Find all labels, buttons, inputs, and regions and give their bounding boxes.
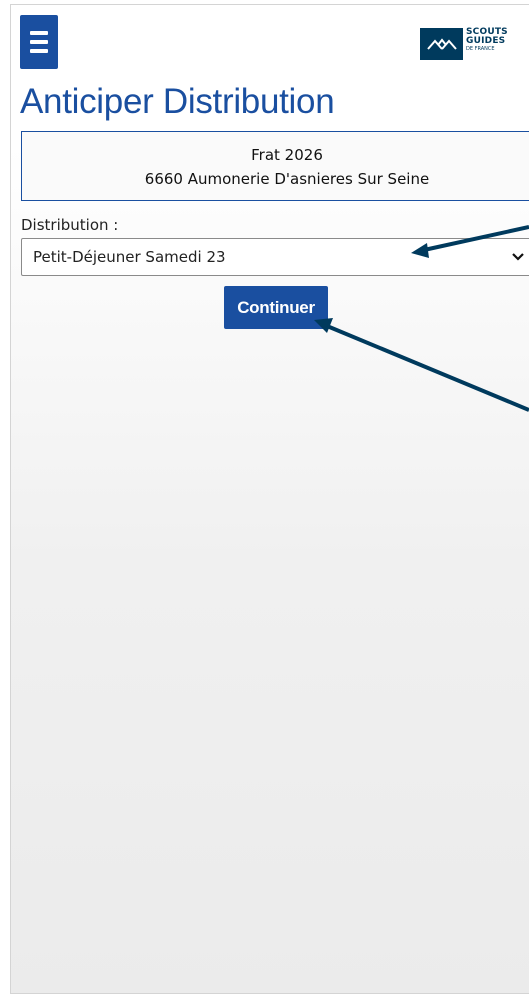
distribution-select[interactable]: Petit-Déjeuner Samedi 23 (21, 238, 529, 276)
info-box: Frat 2026 6660 Aumonerie D'asnieres Sur … (21, 131, 529, 201)
group-name: 6660 Aumonerie D'asnieres Sur Seine (144, 170, 430, 188)
page-title: Anticiper Distribution (20, 82, 335, 121)
scouts-guides-de-france-logo: SCOUTS GUIDES DE FRANCE (420, 28, 508, 60)
event-name: Frat 2026 (251, 146, 323, 164)
continue-button[interactable]: Continuer (224, 286, 328, 329)
hamburger-menu-icon[interactable] (20, 15, 58, 69)
distribution-selected-value: Petit-Déjeuner Samedi 23 (33, 248, 226, 266)
chevron-down-icon (512, 253, 524, 261)
mountain-logo-icon (420, 28, 463, 60)
distribution-label: Distribution : (21, 216, 119, 234)
logo-text-line2: GUIDES (466, 36, 506, 46)
logo-text-line3: DE FRANCE (466, 46, 495, 52)
